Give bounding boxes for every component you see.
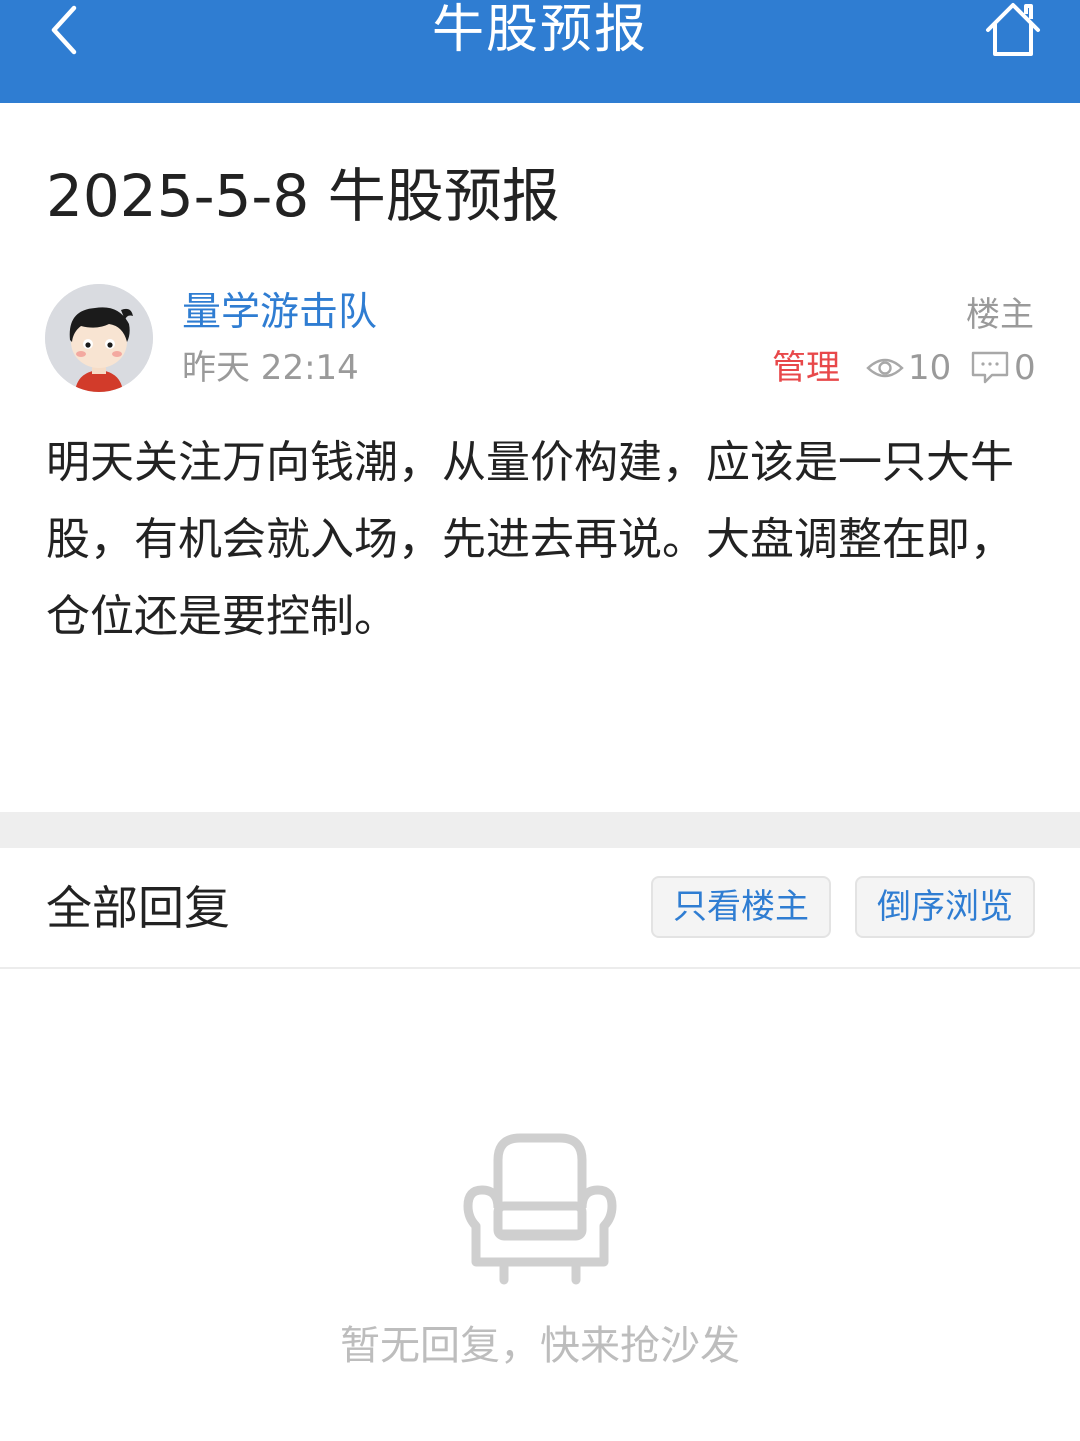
- comment-icon: [971, 351, 1009, 384]
- view-count-value: 10: [908, 348, 952, 388]
- cartoon-boy-avatar-icon: [45, 284, 153, 392]
- comment-count[interactable]: 0: [970, 346, 1036, 390]
- author-name[interactable]: 量学游击队: [182, 288, 377, 338]
- view-count: 10: [866, 346, 951, 390]
- only-op-button[interactable]: 只看楼主: [651, 876, 831, 938]
- eye-icon: [866, 358, 904, 378]
- manage-button[interactable]: 管理: [772, 346, 840, 390]
- sofa-icon: [460, 1130, 620, 1290]
- post-title: 2025-5-8 牛股预报: [46, 162, 560, 230]
- op-badge: 楼主: [966, 295, 1034, 335]
- section-separator: [0, 812, 1080, 848]
- top-nav-bar: 牛股预报: [0, 0, 1080, 103]
- post-timestamp: 昨天 22:14: [182, 348, 359, 388]
- replies-title: 全部回复: [46, 881, 230, 935]
- page-title: 牛股预报: [431, 0, 648, 60]
- empty-replies-message: 暂无回复，快来抢沙发: [340, 1323, 740, 1369]
- home-icon: [986, 3, 1040, 56]
- home-button[interactable]: [980, 0, 1046, 60]
- reverse-order-button[interactable]: 倒序浏览: [855, 876, 1035, 938]
- comment-count-value: 0: [1014, 348, 1036, 388]
- avatar[interactable]: [45, 284, 153, 392]
- post-body: 明天关注万向钱潮，从量价构建，应该是一只大牛股，有机会就入场，先进去再说。大盘调…: [46, 437, 1014, 642]
- divider: [0, 967, 1080, 969]
